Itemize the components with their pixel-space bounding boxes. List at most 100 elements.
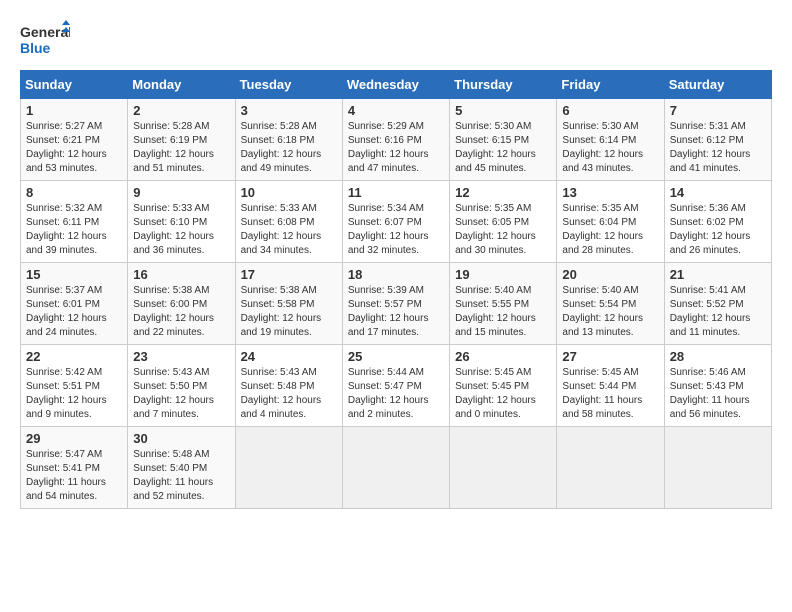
- day-number: 26: [455, 349, 551, 364]
- day-cell: [557, 427, 664, 509]
- day-number: 7: [670, 103, 766, 118]
- logo: GeneralBlue: [20, 20, 70, 60]
- weekday-header-friday: Friday: [557, 71, 664, 99]
- weekday-header-thursday: Thursday: [450, 71, 557, 99]
- day-cell: 14 Sunrise: 5:36 AM Sunset: 6:02 PM Dayli…: [664, 181, 771, 263]
- day-info: Sunrise: 5:31 AM Sunset: 6:12 PM Dayligh…: [670, 120, 766, 176]
- day-cell: [450, 427, 557, 509]
- day-cell: 23 Sunrise: 5:43 AM Sunset: 5:50 PM Dayli…: [128, 345, 235, 427]
- day-cell: 10 Sunrise: 5:33 AM Sunset: 6:08 PM Dayli…: [235, 181, 342, 263]
- day-cell: 1 Sunrise: 5:27 AM Sunset: 6:21 PM Daylig…: [21, 99, 128, 181]
- day-number: 9: [133, 185, 229, 200]
- day-cell: 29 Sunrise: 5:47 AM Sunset: 5:41 PM Dayli…: [21, 427, 128, 509]
- weekday-header-row: SundayMondayTuesdayWednesdayThursdayFrid…: [21, 71, 772, 99]
- day-number: 8: [26, 185, 122, 200]
- day-cell: 3 Sunrise: 5:28 AM Sunset: 6:18 PM Daylig…: [235, 99, 342, 181]
- day-info: Sunrise: 5:28 AM Sunset: 6:18 PM Dayligh…: [241, 120, 337, 176]
- day-number: 29: [26, 431, 122, 446]
- day-info: Sunrise: 5:44 AM Sunset: 5:47 PM Dayligh…: [348, 366, 444, 422]
- day-number: 25: [348, 349, 444, 364]
- day-cell: 5Sunrise: 5:30 AM Sunset: 6:15 PM Daylig…: [450, 99, 557, 181]
- day-cell: [342, 427, 449, 509]
- day-number: 4: [348, 103, 444, 118]
- day-cell: 2 Sunrise: 5:28 AM Sunset: 6:19 PM Daylig…: [128, 99, 235, 181]
- day-cell: 8 Sunrise: 5:32 AM Sunset: 6:11 PM Daylig…: [21, 181, 128, 263]
- weekday-header-monday: Monday: [128, 71, 235, 99]
- day-number: 23: [133, 349, 229, 364]
- day-info: Sunrise: 5:27 AM Sunset: 6:21 PM Dayligh…: [26, 120, 122, 176]
- day-cell: 16 Sunrise: 5:38 AM Sunset: 6:00 PM Dayli…: [128, 263, 235, 345]
- day-cell: 21 Sunrise: 5:41 AM Sunset: 5:52 PM Dayli…: [664, 263, 771, 345]
- day-cell: 28 Sunrise: 5:46 AM Sunset: 5:43 PM Dayli…: [664, 345, 771, 427]
- week-row-4: 22 Sunrise: 5:42 AM Sunset: 5:51 PM Dayli…: [21, 345, 772, 427]
- day-info: Sunrise: 5:28 AM Sunset: 6:19 PM Dayligh…: [133, 120, 229, 176]
- day-info: Sunrise: 5:32 AM Sunset: 6:11 PM Dayligh…: [26, 202, 122, 258]
- day-info: Sunrise: 5:40 AM Sunset: 5:54 PM Dayligh…: [562, 284, 658, 340]
- day-number: 6: [562, 103, 658, 118]
- week-row-1: 1 Sunrise: 5:27 AM Sunset: 6:21 PM Daylig…: [21, 99, 772, 181]
- day-info: Sunrise: 5:45 AM Sunset: 5:45 PM Dayligh…: [455, 366, 551, 422]
- day-cell: 17 Sunrise: 5:38 AM Sunset: 5:58 PM Dayli…: [235, 263, 342, 345]
- day-cell: 12 Sunrise: 5:35 AM Sunset: 6:05 PM Dayli…: [450, 181, 557, 263]
- week-row-3: 15Sunrise: 5:37 AM Sunset: 6:01 PM Dayli…: [21, 263, 772, 345]
- day-number: 1: [26, 103, 122, 118]
- day-cell: 24 Sunrise: 5:43 AM Sunset: 5:48 PM Dayli…: [235, 345, 342, 427]
- day-cell: 11Sunrise: 5:34 AM Sunset: 6:07 PM Dayli…: [342, 181, 449, 263]
- day-info: Sunrise: 5:46 AM Sunset: 5:43 PM Dayligh…: [670, 366, 766, 422]
- day-number: 19: [455, 267, 551, 282]
- logo-icon: GeneralBlue: [20, 20, 70, 60]
- calendar-table: SundayMondayTuesdayWednesdayThursdayFrid…: [20, 70, 772, 509]
- page-header: GeneralBlue: [20, 20, 772, 60]
- weekday-header-wednesday: Wednesday: [342, 71, 449, 99]
- day-info: Sunrise: 5:47 AM Sunset: 5:41 PM Dayligh…: [26, 448, 122, 504]
- day-cell: 7 Sunrise: 5:31 AM Sunset: 6:12 PM Daylig…: [664, 99, 771, 181]
- day-cell: 6 Sunrise: 5:30 AM Sunset: 6:14 PM Daylig…: [557, 99, 664, 181]
- day-info: Sunrise: 5:43 AM Sunset: 5:48 PM Dayligh…: [241, 366, 337, 422]
- day-number: 17: [241, 267, 337, 282]
- day-info: Sunrise: 5:35 AM Sunset: 6:05 PM Dayligh…: [455, 202, 551, 258]
- day-number: 22: [26, 349, 122, 364]
- weekday-header-tuesday: Tuesday: [235, 71, 342, 99]
- week-row-5: 29 Sunrise: 5:47 AM Sunset: 5:41 PM Dayli…: [21, 427, 772, 509]
- day-info: Sunrise: 5:37 AM Sunset: 6:01 PM Dayligh…: [26, 284, 122, 340]
- day-number: 27: [562, 349, 658, 364]
- day-number: 21: [670, 267, 766, 282]
- day-number: 3: [241, 103, 337, 118]
- day-info: Sunrise: 5:36 AM Sunset: 6:02 PM Dayligh…: [670, 202, 766, 258]
- day-info: Sunrise: 5:33 AM Sunset: 6:10 PM Dayligh…: [133, 202, 229, 258]
- day-info: Sunrise: 5:45 AM Sunset: 5:44 PM Dayligh…: [562, 366, 658, 422]
- day-info: Sunrise: 5:33 AM Sunset: 6:08 PM Dayligh…: [241, 202, 337, 258]
- day-number: 12: [455, 185, 551, 200]
- day-info: Sunrise: 5:39 AM Sunset: 5:57 PM Dayligh…: [348, 284, 444, 340]
- day-cell: 27 Sunrise: 5:45 AM Sunset: 5:44 PM Dayli…: [557, 345, 664, 427]
- day-info: Sunrise: 5:30 AM Sunset: 6:15 PM Dayligh…: [455, 120, 551, 176]
- day-info: Sunrise: 5:43 AM Sunset: 5:50 PM Dayligh…: [133, 366, 229, 422]
- day-cell: 22 Sunrise: 5:42 AM Sunset: 5:51 PM Dayli…: [21, 345, 128, 427]
- day-cell: 20Sunrise: 5:40 AM Sunset: 5:54 PM Dayli…: [557, 263, 664, 345]
- day-number: 13: [562, 185, 658, 200]
- day-number: 2: [133, 103, 229, 118]
- day-info: Sunrise: 5:42 AM Sunset: 5:51 PM Dayligh…: [26, 366, 122, 422]
- day-cell: 26 Sunrise: 5:45 AM Sunset: 5:45 PM Dayli…: [450, 345, 557, 427]
- day-info: Sunrise: 5:41 AM Sunset: 5:52 PM Dayligh…: [670, 284, 766, 340]
- day-cell: 4 Sunrise: 5:29 AM Sunset: 6:16 PM Daylig…: [342, 99, 449, 181]
- day-info: Sunrise: 5:38 AM Sunset: 5:58 PM Dayligh…: [241, 284, 337, 340]
- day-number: 24: [241, 349, 337, 364]
- day-cell: [664, 427, 771, 509]
- day-cell: [235, 427, 342, 509]
- day-cell: 18 Sunrise: 5:39 AM Sunset: 5:57 PM Dayli…: [342, 263, 449, 345]
- day-number: 16: [133, 267, 229, 282]
- weekday-header-saturday: Saturday: [664, 71, 771, 99]
- day-info: Sunrise: 5:35 AM Sunset: 6:04 PM Dayligh…: [562, 202, 658, 258]
- svg-text:Blue: Blue: [20, 40, 51, 56]
- day-number: 10: [241, 185, 337, 200]
- day-info: Sunrise: 5:38 AM Sunset: 6:00 PM Dayligh…: [133, 284, 229, 340]
- day-info: Sunrise: 5:30 AM Sunset: 6:14 PM Dayligh…: [562, 120, 658, 176]
- day-number: 14: [670, 185, 766, 200]
- day-number: 28: [670, 349, 766, 364]
- day-number: 18: [348, 267, 444, 282]
- weekday-header-sunday: Sunday: [21, 71, 128, 99]
- day-cell: 25 Sunrise: 5:44 AM Sunset: 5:47 PM Dayli…: [342, 345, 449, 427]
- day-cell: 13 Sunrise: 5:35 AM Sunset: 6:04 PM Dayli…: [557, 181, 664, 263]
- day-info: Sunrise: 5:29 AM Sunset: 6:16 PM Dayligh…: [348, 120, 444, 176]
